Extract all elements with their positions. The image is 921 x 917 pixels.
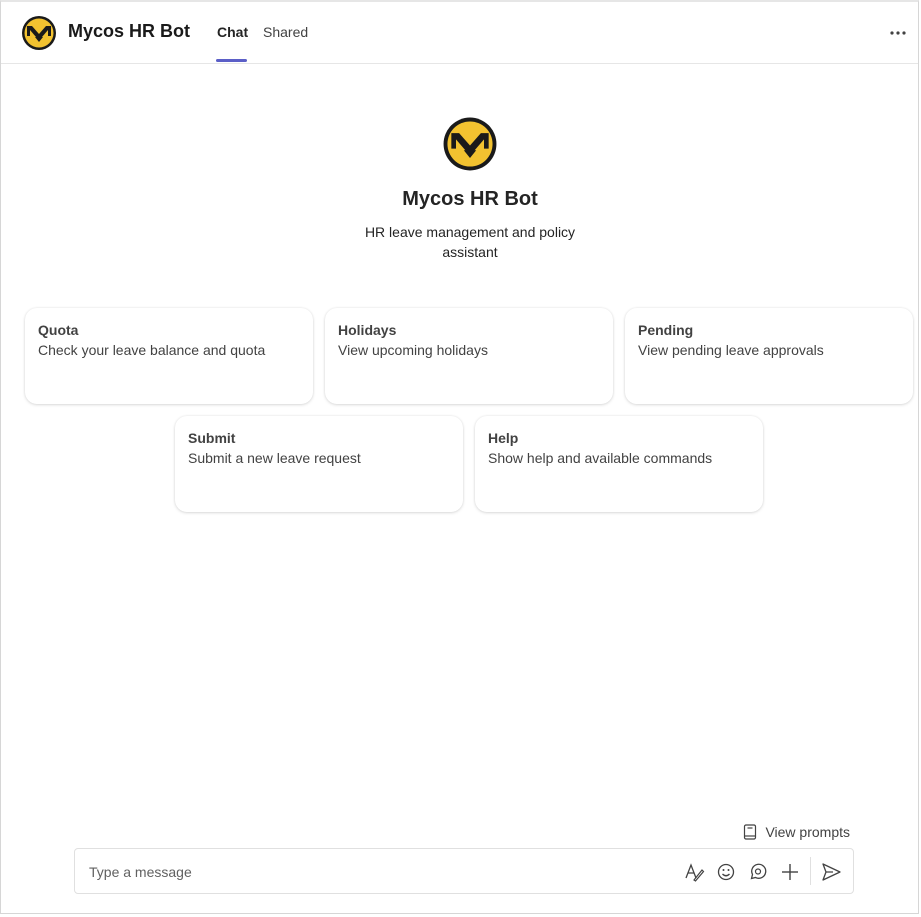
- loop-compose-icon[interactable]: [747, 861, 769, 883]
- bot-name-title: Mycos HR Bot: [402, 188, 538, 210]
- card-title: Holidays: [338, 322, 397, 338]
- prompt-card-help[interactable]: Help Show help and available commands: [475, 416, 763, 512]
- prompts-book-icon: [744, 824, 757, 840]
- bot-avatar-logo-icon: [442, 116, 498, 172]
- card-description: Submit a new leave request: [188, 450, 361, 466]
- format-icon[interactable]: [683, 861, 705, 883]
- card-title: Pending: [638, 322, 694, 338]
- tab-chat[interactable]: Chat: [217, 24, 248, 40]
- card-description: View pending leave approvals: [638, 342, 824, 358]
- prompt-card-pending[interactable]: Pending View pending leave approvals: [625, 308, 913, 404]
- emoji-icon[interactable]: [715, 861, 737, 883]
- card-title: Quota: [38, 322, 79, 338]
- app-window: Mycos HR Bot Chat Shared Mycos HR Bot HR…: [0, 0, 919, 914]
- view-prompts-label: View prompts: [765, 824, 850, 840]
- send-icon[interactable]: [820, 861, 842, 883]
- prompt-card-submit[interactable]: Submit Submit a new leave request: [175, 416, 463, 512]
- add-icon[interactable]: [779, 861, 801, 883]
- composer-divider: [810, 857, 811, 885]
- message-composer: [74, 848, 854, 894]
- prompt-card-quota[interactable]: Quota Check your leave balance and quota: [25, 308, 313, 404]
- app-title: Mycos HR Bot: [68, 21, 191, 41]
- header: Mycos HR Bot Chat Shared: [1, 2, 918, 64]
- card-title: Submit: [188, 430, 236, 446]
- active-tab-indicator: [216, 59, 247, 62]
- prompt-card-holidays[interactable]: Holidays View upcoming holidays: [325, 308, 613, 404]
- more-horizontal-icon[interactable]: [888, 23, 908, 43]
- tab-shared[interactable]: Shared: [263, 24, 308, 40]
- bot-description: HR leave management and policy assistant: [364, 224, 576, 260]
- card-description: Check your leave balance and quota: [38, 342, 266, 358]
- view-prompts-button[interactable]: View prompts: [743, 824, 850, 840]
- card-description: Show help and available commands: [488, 450, 713, 466]
- mycos-logo-icon: [22, 16, 56, 50]
- message-input[interactable]: [87, 859, 651, 885]
- card-description: View upcoming holidays: [338, 342, 488, 358]
- card-title: Help: [488, 430, 519, 446]
